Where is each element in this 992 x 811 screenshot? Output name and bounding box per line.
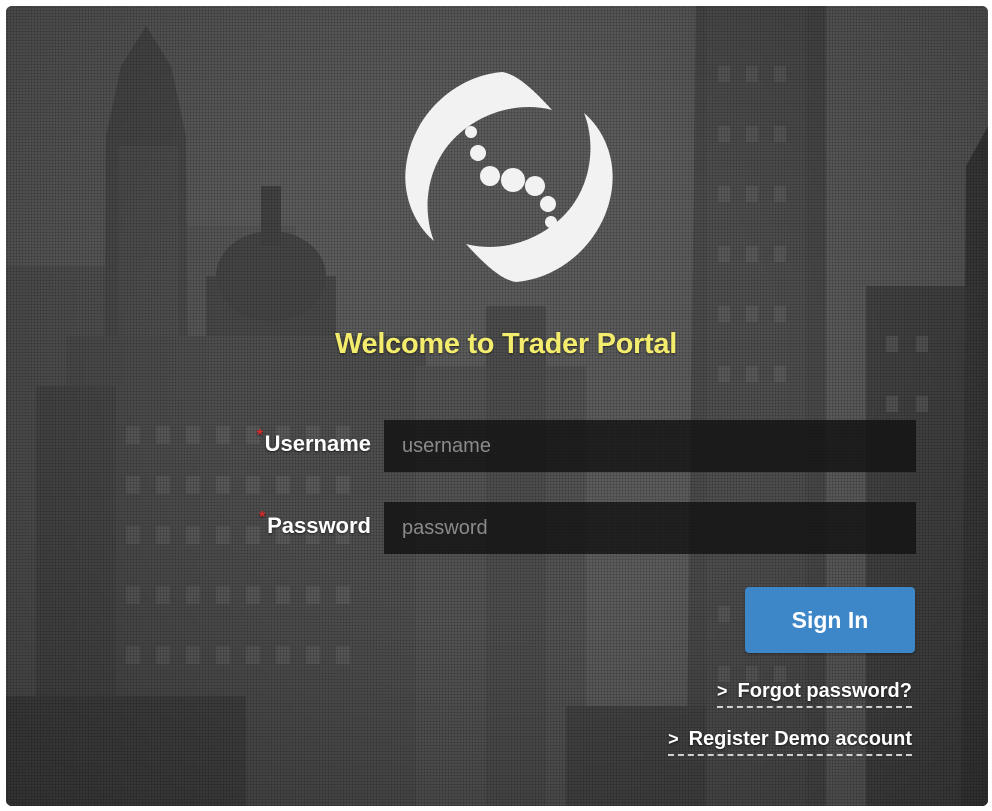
chevron-right-icon: > [668,729,679,749]
password-label: * Password [259,509,371,539]
username-label-text: Username [264,431,371,456]
password-label-text: Password [267,513,371,538]
login-panel: Welcome to Trader Portal * Username * Pa… [6,6,988,806]
forgot-password-text: Forgot password? [737,680,912,702]
swirl-logo-icon [405,72,613,282]
username-label: * Username [257,427,371,457]
forgot-password-link[interactable]: > Forgot password? [717,680,912,708]
welcome-heading: Welcome to Trader Portal [335,328,677,360]
chevron-right-icon: > [717,681,728,701]
sign-in-button[interactable]: Sign In [745,587,915,653]
register-demo-link[interactable]: > Register Demo account [668,728,912,756]
password-input[interactable] [384,502,916,554]
register-demo-text: Register Demo account [688,728,912,750]
password-row: * Password [226,502,916,554]
username-input[interactable] [384,420,916,472]
required-mark: * [256,427,263,444]
username-row: * Username [226,420,916,472]
required-mark: * [259,509,266,526]
